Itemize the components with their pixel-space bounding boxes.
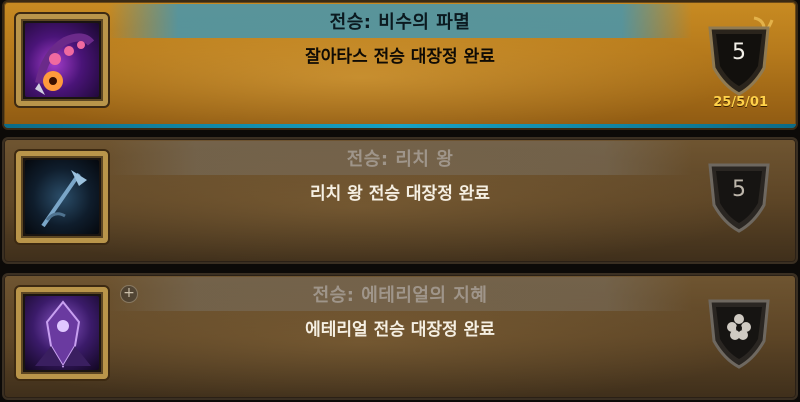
achievement-points: 5 <box>732 177 746 202</box>
achievement-row-locked[interactable]: + 전승: 에테리얼의 지혜 에테리얼 전승 대장정 완료 <box>2 273 798 400</box>
achievement-points-shield <box>704 289 774 371</box>
purple-beast-crest-icon <box>25 23 99 97</box>
achievement-title: 전승: 리치 왕 <box>108 141 692 175</box>
achievement-description: 리치 왕 전승 대장정 완료 <box>309 184 491 204</box>
achievement-points-shield: 5 <box>704 153 774 235</box>
achievement-date: 25/5/01 <box>713 95 768 110</box>
achievement-description: 잘아타스 전승 대장정 완료 <box>305 47 495 67</box>
achievement-icon-frame <box>16 287 108 379</box>
achievement-icon-frame <box>16 151 108 243</box>
achievement-description: 에테리얼 전승 대장정 완료 <box>305 320 495 340</box>
achievement-icon-frame <box>16 14 108 106</box>
achievement-row-completed[interactable]: 전승: 비수의 파멸 잘아타스 전승 대장정 완료 5 25/5/01 <box>2 0 798 130</box>
achievement-row-locked[interactable]: 전승: 리치 왕 리치 왕 전승 대장정 완료 5 <box>2 137 798 264</box>
ethereal-figure-icon <box>25 296 99 370</box>
achievement-title: 전승: 에테리얼의 지혜 <box>108 277 692 311</box>
achievement-points: 5 <box>732 40 746 65</box>
frostmourne-lich-king-icon <box>25 160 99 234</box>
achievement-points-shield: 5 <box>704 16 774 98</box>
achievement-title: 전승: 비수의 파멸 <box>108 4 692 38</box>
